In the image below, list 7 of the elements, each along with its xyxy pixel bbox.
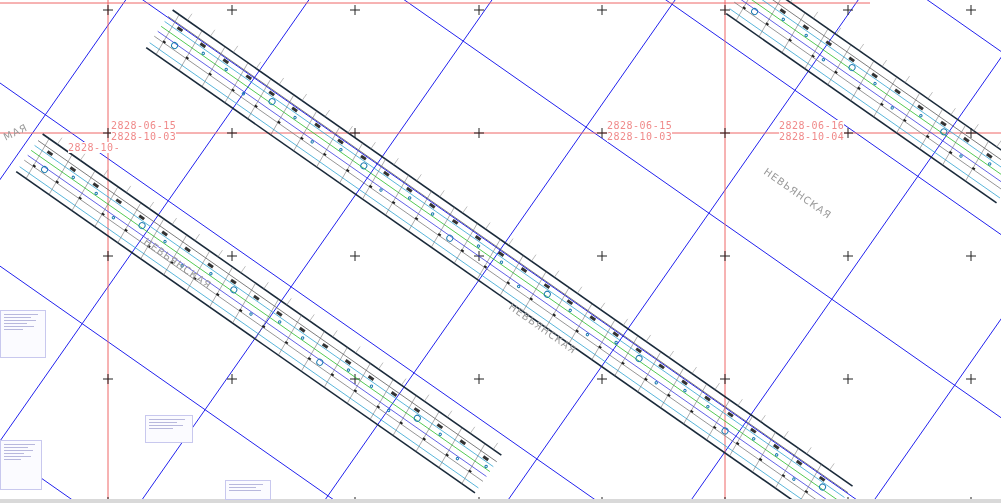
sheet-number-label: 2828-06-15 2828-10-03 bbox=[111, 120, 177, 142]
sheet-number-label: 2828-06-15 2828-10-03 bbox=[607, 120, 673, 142]
street-name-label: МАЯ bbox=[1, 121, 30, 143]
approval-stamp-drawing bbox=[145, 415, 193, 443]
sheet-number-label: 2828-06-16 2828-10-04 bbox=[779, 120, 845, 142]
sheet-number-label: 2828-10- bbox=[68, 142, 121, 153]
approval-stamp-drawing bbox=[225, 480, 271, 500]
